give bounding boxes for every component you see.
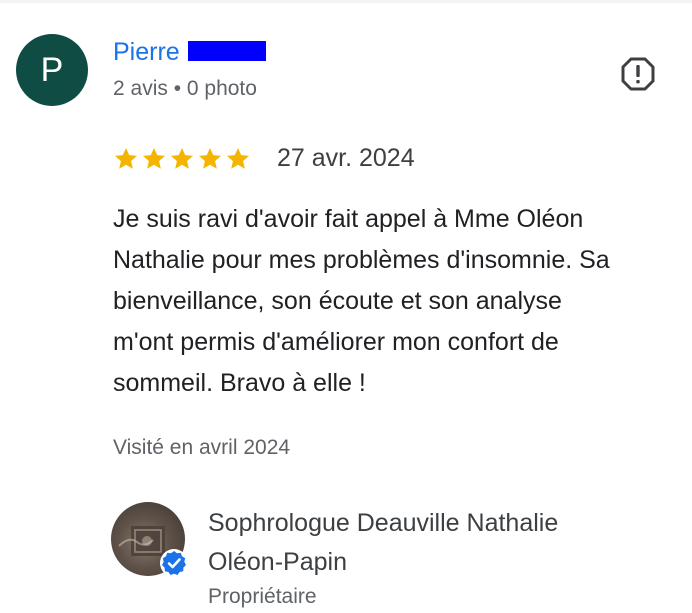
name-redaction-bar xyxy=(187,40,266,61)
review-text: Je suis ravi d'avoir fait appel à Mme Ol… xyxy=(113,199,685,404)
reviewer-name[interactable]: Pierre xyxy=(113,38,266,67)
star-icon xyxy=(227,147,249,169)
review-date: 27 avr. 2024 xyxy=(277,144,415,172)
owner-name-line: Oléon-Papin xyxy=(208,548,347,576)
top-divider xyxy=(0,0,692,3)
rating-row: 27 avr. 2024 xyxy=(113,144,415,173)
review-text-line: Nathalie pour mes problèmes d'insomnie. … xyxy=(113,246,610,274)
owner-avatar[interactable] xyxy=(111,502,188,577)
star-rating xyxy=(113,146,251,172)
review-text-line: sommeil. Bravo à elle ! xyxy=(113,369,366,397)
star-icon xyxy=(171,147,193,169)
visit-date: Visité en avril 2024 xyxy=(113,436,291,459)
owner-role: Propriétaire xyxy=(208,585,317,608)
reviewer-name-text: Pierre xyxy=(113,38,180,66)
star-icon xyxy=(115,147,137,169)
owner-name-line: Sophrologue Deauville Nathalie xyxy=(208,509,559,537)
review-text-line: Je suis ravi d'avoir fait appel à Mme Ol… xyxy=(113,205,584,233)
review-text-line: bienveillance, son écoute et son analyse xyxy=(113,287,562,315)
reviewer-avatar[interactable]: P xyxy=(16,34,88,106)
report-flag-icon[interactable] xyxy=(620,56,656,92)
star-icon xyxy=(143,147,165,169)
reviewer-meta: 2 avis • 0 photo xyxy=(113,77,257,100)
reviewer-initial: P xyxy=(40,50,64,89)
verified-check-icon xyxy=(160,549,188,577)
owner-name[interactable]: Sophrologue Deauville Nathalie Oléon-Pap… xyxy=(208,504,668,582)
star-icon xyxy=(199,147,221,169)
review-text-line: m'ont permis d'améliorer mon confort de xyxy=(113,328,559,356)
